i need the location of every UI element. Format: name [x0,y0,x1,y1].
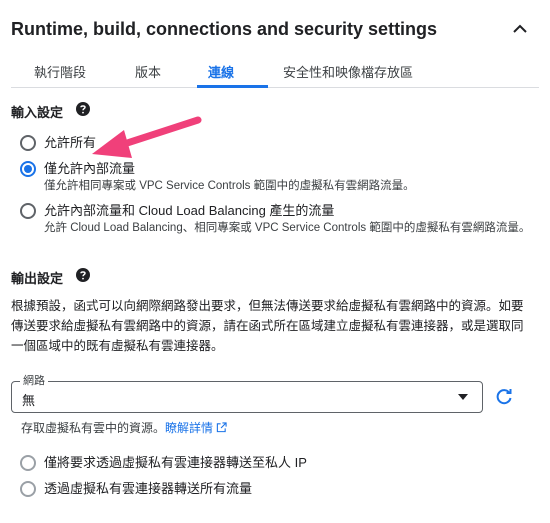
learn-more-link[interactable]: 瞭解詳情 [165,421,213,435]
ingress-option-description: 允許 Cloud Load Balancing、相同專案或 VPC Servic… [44,222,531,234]
tab-connections[interactable]: 連線 [208,62,234,81]
section-header: Runtime, build, connections and security… [11,18,539,42]
egress-description: 根據預設，函式可以向網際網路發出要求，但無法傳送要求給虛擬私有雲網路中的資源。如… [11,299,524,353]
egress-settings-label: 輸出設定 [11,271,64,286]
ingress-option-label: 允許內部流量和 Cloud Load Balancing 產生的流量 [44,203,335,218]
routing-radio-private-ip[interactable] [20,455,36,471]
routing-radio-all-traffic[interactable] [20,481,36,497]
network-select[interactable]: 網路 無 [11,374,483,413]
routing-option-label: 僅將要求透過虛擬私有雲連接器轉送至私人 IP [44,455,307,470]
external-link-icon[interactable] [216,422,227,433]
ingress-option-internal-only[interactable]: 僅允許內部流量 僅允許相同專案或 VPC Service Controls 範圍… [20,161,540,197]
ingress-settings-label: 輸入設定 [11,105,64,120]
help-icon[interactable] [76,102,90,116]
refresh-icon[interactable] [494,387,514,407]
ingress-option-label: 僅允許內部流量 [44,161,136,176]
tab-runtime[interactable]: 執行階段 [34,62,86,81]
ingress-option-label: 允許所有 [44,135,97,150]
routing-option-label: 透過虛擬私有雲連接器轉送所有流量 [44,481,253,496]
ingress-radio-allow-all[interactable] [20,135,36,151]
network-select-label: 網路 [20,374,48,388]
routing-option-private-ip[interactable]: 僅將要求透過虛擬私有雲連接器轉送至私人 IP [20,455,540,473]
network-select-value: 無 [22,393,36,408]
routing-option-all-traffic[interactable]: 透過虛擬私有雲連接器轉送所有流量 [20,481,540,499]
tab-bar: 執行階段 版本 連線 安全性和映像檔存放區 [11,56,539,88]
dropdown-arrow-icon [458,394,468,400]
active-tab-indicator [197,85,268,88]
chevron-up-icon[interactable] [511,20,529,38]
helper-text: 存取虛擬私有雲中的資源。 [21,421,166,435]
ingress-radio-internal-and-lb[interactable] [20,203,36,219]
ingress-option-internal-and-lb[interactable]: 允許內部流量和 Cloud Load Balancing 產生的流量 允許 Cl… [20,203,540,251]
section-title: Runtime, build, connections and security… [11,19,438,39]
help-icon[interactable] [76,268,90,282]
ingress-option-description: 僅允許相同專案或 VPC Service Controls 範圍中的虛擬私有雲網… [44,180,415,192]
network-helper-text: 存取虛擬私有雲中的資源。瞭解詳情 [21,419,227,436]
ingress-radio-internal-only[interactable] [20,161,36,177]
ingress-option-allow-all[interactable]: 允許所有 [20,135,540,153]
tab-build[interactable]: 版本 [135,62,161,81]
tab-security[interactable]: 安全性和映像檔存放區 [283,62,413,81]
